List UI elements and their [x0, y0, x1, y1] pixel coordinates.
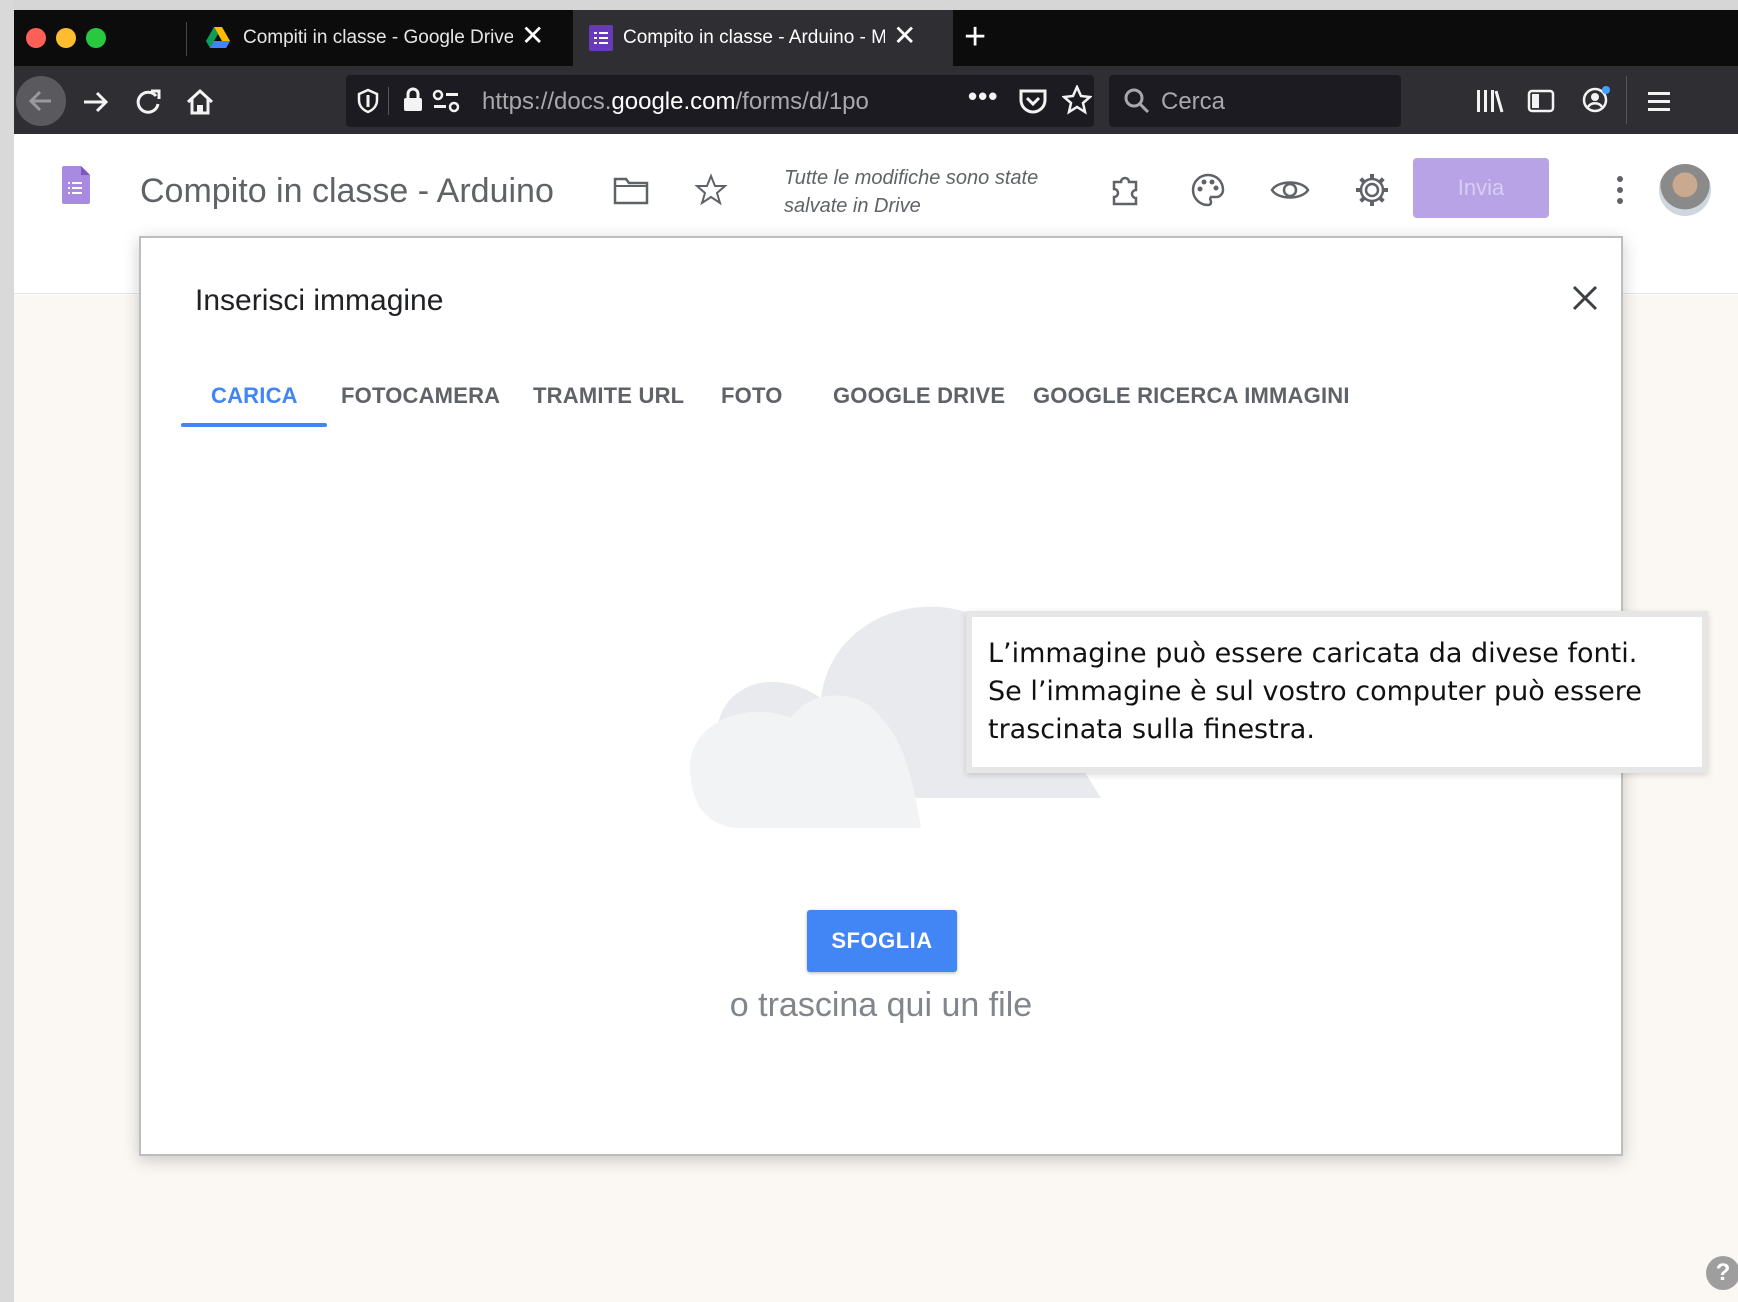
shield-icon: [357, 88, 379, 114]
screenshot-frame-left: [0, 0, 14, 1302]
google-forms-icon: [589, 25, 613, 51]
form-title[interactable]: Compito in classe - Arduino: [140, 172, 554, 211]
search-placeholder: Cerca: [1161, 88, 1226, 115]
maximize-window-button[interactable]: [86, 28, 106, 48]
move-to-folder-button[interactable]: [611, 170, 651, 210]
preview-button[interactable]: [1270, 170, 1310, 210]
reload-button[interactable]: [130, 84, 166, 120]
tab-foto[interactable]: FOTO: [721, 368, 783, 424]
url-bar[interactable]: https://docs.google.com/forms/d/1po •••: [346, 75, 1094, 127]
navigation-toolbar: https://docs.google.com/forms/d/1po ••• …: [14, 66, 1738, 134]
settings-button[interactable]: [1352, 170, 1392, 210]
tab-google-forms[interactable]: Compito in classe - Arduino - M ✕: [573, 10, 953, 66]
tutorial-callout: L’immagine può essere caricata da divese…: [966, 611, 1708, 773]
tab-google-drive[interactable]: GOOGLE DRIVE: [833, 368, 1005, 424]
more-options-button[interactable]: [1600, 170, 1640, 210]
save-status: Tutte le modifiche sono state salvate in…: [784, 167, 1039, 217]
tab-fotocamera[interactable]: FOTOCAMERA: [341, 368, 500, 424]
library-icon[interactable]: [1474, 86, 1504, 116]
pocket-icon[interactable]: [1018, 87, 1048, 115]
callout-line-2: Se l’immagine è sul vostro computer può …: [988, 676, 1642, 707]
home-button[interactable]: [182, 84, 218, 120]
tab-title: Compiti in classe - Google Drive: [243, 27, 513, 48]
forward-button[interactable]: [78, 84, 114, 120]
callout-line-1: L’immagine può essere caricata da divese…: [988, 638, 1638, 669]
customize-theme-button[interactable]: [1188, 170, 1228, 210]
new-tab-button[interactable]: +: [964, 18, 986, 56]
back-button[interactable]: [16, 76, 66, 126]
dialog-title: Inserisci immagine: [195, 284, 444, 317]
avatar[interactable]: [1659, 164, 1711, 216]
divider: [388, 87, 389, 115]
close-tab-icon[interactable]: ✕: [893, 22, 916, 50]
close-window-button[interactable]: [26, 28, 46, 48]
gear-icon: [1356, 174, 1388, 206]
tab-google-ricerca-immagini[interactable]: GOOGLE RICERCA IMMAGINI: [1033, 368, 1350, 424]
drag-hint: o trascina qui un file: [729, 986, 1033, 1024]
more-vert-icon: [1617, 176, 1623, 204]
send-button[interactable]: Invia: [1413, 158, 1549, 218]
search-bar[interactable]: Cerca: [1109, 75, 1401, 127]
divider: [1626, 76, 1627, 124]
palette-icon: [1191, 173, 1225, 207]
eye-icon: [1270, 181, 1310, 199]
star-button[interactable]: [691, 170, 731, 210]
tab-strip: Compiti in classe - Google Drive ✕ Compi…: [14, 10, 1738, 66]
google-drive-icon: [206, 27, 230, 48]
google-forms-logo-icon[interactable]: [62, 166, 90, 204]
tab-tramite-url[interactable]: TRAMITE URL: [533, 368, 684, 424]
screenshot-frame-top: [0, 0, 1738, 10]
help-icon[interactable]: ?: [1706, 1256, 1738, 1290]
tab-google-drive[interactable]: Compiti in classe - Google Drive ✕: [187, 10, 573, 66]
account-icon[interactable]: [1580, 84, 1612, 116]
url-text[interactable]: https://docs.google.com/forms/d/1po: [482, 88, 892, 116]
permissions-icon: [432, 89, 460, 113]
puzzle-icon: [1112, 176, 1138, 206]
close-tab-icon[interactable]: ✕: [521, 22, 544, 50]
close-dialog-button[interactable]: [1565, 278, 1605, 318]
tab-title: Compito in classe - Arduino - M: [623, 27, 885, 48]
home-icon: [186, 88, 214, 115]
active-tab-indicator: [181, 423, 327, 427]
url-prefix: https://docs.: [482, 88, 612, 115]
url-path: /forms/d/1po: [735, 88, 869, 115]
callout-line-3: trascinata sulla finestra.: [988, 714, 1315, 745]
add-ons-button[interactable]: [1106, 170, 1146, 210]
arrow-right-icon: [84, 91, 109, 113]
minimize-window-button[interactable]: [56, 28, 76, 48]
star-icon: [694, 173, 728, 206]
browse-button[interactable]: SFOGLIA: [807, 910, 957, 972]
url-domain: google.com: [611, 88, 736, 115]
sidebar-icon[interactable]: [1526, 86, 1556, 116]
tab-carica[interactable]: CARICA: [211, 368, 298, 424]
reload-icon: [136, 89, 161, 114]
lock-icon: [404, 87, 422, 111]
browser-window: Compiti in classe - Google Drive ✕ Compi…: [14, 10, 1738, 1302]
search-icon: [1124, 88, 1150, 114]
menu-icon[interactable]: [1646, 88, 1672, 114]
close-icon: [1572, 285, 1598, 311]
arrow-left-icon: [28, 90, 51, 112]
page-actions-icon[interactable]: •••: [968, 81, 998, 112]
folder-icon: [613, 177, 649, 205]
bookmark-star-icon[interactable]: [1062, 85, 1092, 115]
